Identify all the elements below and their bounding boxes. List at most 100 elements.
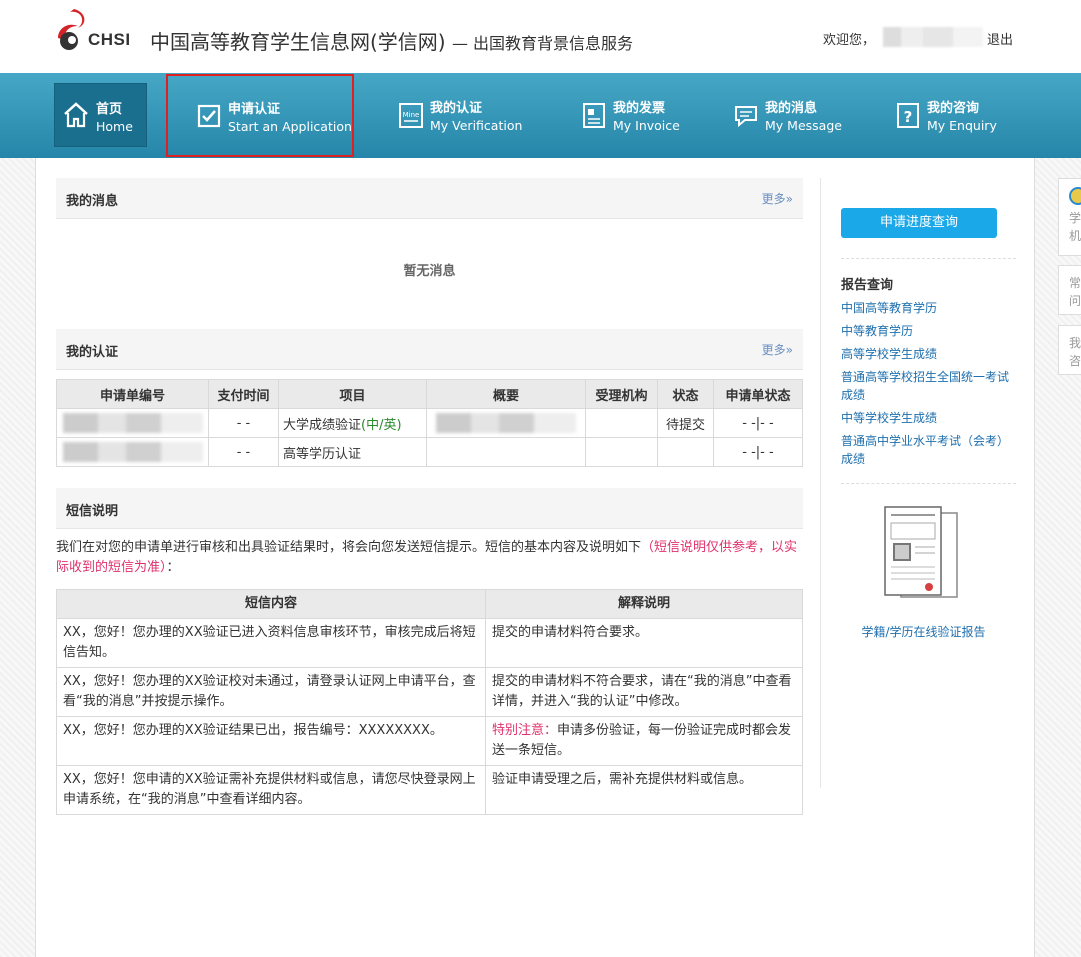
- avatar-icon: [1069, 187, 1081, 205]
- float-box-1-text: 学机: [1069, 211, 1081, 243]
- table-row: XX，您好！您办理的XX验证已进入资料信息审核环节，审核完成后将短信告知。 提交…: [56, 618, 803, 668]
- nav-home-label-en: Home: [96, 119, 133, 134]
- site-title: 中国高等教育学生信息网(学信网) — 出国教育背景信息服务: [150, 26, 633, 55]
- sms-note-text: 验证申请受理之后，需补充提供材料或信息。: [492, 772, 753, 787]
- table-row: XX，您好！您申请的XX验证需补充提供材料或信息，请您尽快登录网上申请系统，在“…: [56, 765, 803, 815]
- report-link-secondary-edu[interactable]: 中等教育学历: [841, 324, 913, 338]
- certs-section-header: 我的认证 更多»: [56, 329, 803, 370]
- order-status-cell: - -|- -: [713, 437, 803, 467]
- institution-cell: [585, 437, 658, 467]
- svg-text:Mine: Mine: [403, 111, 420, 119]
- report-document-icon[interactable]: [879, 505, 961, 603]
- nav-my-enquiry[interactable]: ? 我的咨询 My Enquiry: [895, 73, 1005, 158]
- verification-doc-icon: Mine: [399, 103, 423, 128]
- status-cell: 待提交: [657, 408, 714, 438]
- order-status-cell: - -|- -: [713, 408, 803, 438]
- table-row: XX，您好！您办理的XX验证校对未通过，请登录认证网上申请平台，查看“我的消息”…: [56, 667, 803, 717]
- nav-my-verification[interactable]: Mine 我的认证 My Verification: [398, 73, 538, 158]
- col-sms-content: 短信内容: [56, 589, 486, 619]
- item-cell: 高等学历认证: [278, 437, 427, 467]
- status-cell: [657, 437, 714, 467]
- col-institution: 受理机构: [585, 379, 658, 409]
- nav-invoice-label-cn: 我的发票: [613, 101, 666, 116]
- col-sms-note: 解释说明: [485, 589, 803, 619]
- divider: [841, 258, 1016, 259]
- col-order-no: 申请单编号: [56, 379, 209, 409]
- float-panel-box-1[interactable]: 学机: [1058, 178, 1081, 256]
- chat-bubble-icon: [735, 106, 757, 128]
- site-title-main: 中国高等教育学生信息网(学信网): [150, 30, 446, 54]
- nav-invoice-label-en: My Invoice: [613, 118, 680, 133]
- sms-note-cell: 验证申请受理之后，需补充提供材料或信息。: [485, 765, 803, 815]
- site-subtitle: — 出国教育背景信息服务: [451, 34, 634, 53]
- table-row[interactable]: - - 高等学历认证 - -|- -: [56, 437, 803, 467]
- table-header-row: 短信内容 解释说明: [56, 589, 803, 619]
- sms-content-cell: XX，您好！您办理的XX验证结果已出，报告编号：XXXXXXXX。: [56, 716, 486, 766]
- float-panel-box-2[interactable]: 常问: [1058, 265, 1081, 315]
- checkbox-icon: [197, 104, 221, 128]
- col-summary: 概要: [426, 379, 586, 409]
- sms-note-cell: 特别注意：申请多份验证，每一份验证完成时都会发送一条短信。: [485, 716, 803, 766]
- float-box-2-text: 常问: [1069, 276, 1081, 308]
- nav-message-label-en: My Message: [765, 118, 842, 133]
- welcome-text: 欢迎您，: [823, 33, 876, 48]
- order-no-redacted: [56, 408, 209, 438]
- item-name: 高等学历认证: [283, 446, 362, 462]
- item-name: 大学成绩验证: [283, 417, 362, 433]
- svg-text:?: ?: [904, 108, 913, 126]
- sms-note-text: 提交的申请材料不符合要求，请在“我的消息”中查看详情，并进入“我的认证”中修改。: [492, 674, 792, 709]
- online-verification-report-link[interactable]: 学籍/学历在线验证报告: [841, 623, 1006, 640]
- report-link-higher-edu[interactable]: 中国高等教育学历: [841, 301, 937, 315]
- table-row: XX，您好！您办理的XX验证结果已出，报告编号：XXXXXXXX。 特别注意：申…: [56, 716, 803, 766]
- report-query-title: 报告查询: [841, 278, 894, 293]
- question-icon: ?: [897, 103, 919, 128]
- nav-verification-label-cn: 我的认证: [430, 101, 483, 116]
- nav-apply-label-cn: 申请认证: [228, 102, 281, 117]
- main-nav: 首页 Home 申请认证 Start an Application Mine 我…: [0, 73, 1081, 158]
- nav-home[interactable]: 首页 Home: [54, 83, 147, 147]
- certs-more-link[interactable]: 更多»: [762, 341, 793, 358]
- invoice-icon: [583, 103, 605, 128]
- sms-intro-end: ：: [166, 560, 180, 575]
- col-pay-time: 支付时间: [208, 379, 279, 409]
- sms-note-prefix: 特别注意：: [492, 723, 558, 738]
- messages-title: 我的消息: [66, 194, 119, 209]
- report-link-college-grades[interactable]: 高等学校学生成绩: [841, 347, 937, 361]
- report-links-list: 中国高等教育学历 中等教育学历 高等学校学生成绩 普通高等学校招生全国统一考试成…: [841, 299, 1013, 473]
- institution-cell: [585, 408, 658, 438]
- report-link-huikao[interactable]: 普通高中学业水平考试（会考）成绩: [841, 434, 1009, 466]
- sms-note-cell: 提交的申请材料不符合要求，请在“我的消息”中查看详情，并进入“我的认证”中修改。: [485, 667, 803, 717]
- nav-message-label-cn: 我的消息: [765, 101, 818, 116]
- nav-start-application[interactable]: 申请认证 Start an Application: [166, 74, 354, 157]
- table-row[interactable]: - - 大学成绩验证(中/英) 待提交 - -|- -: [56, 408, 803, 438]
- nav-apply-label-en: Start an Application: [228, 119, 352, 134]
- summary-cell: [426, 437, 586, 467]
- col-status: 状态: [657, 379, 714, 409]
- nav-home-label-cn: 首页: [96, 102, 123, 117]
- main-content: 我的消息 更多» 暂无消息 我的认证 更多» 申请单编号 支付时间 项目 概要 …: [35, 158, 1035, 957]
- progress-query-button[interactable]: 申请进度查询: [841, 208, 997, 238]
- col-order-status: 申请单状态: [713, 379, 803, 409]
- home-icon: [64, 102, 88, 128]
- nav-verification-label-en: My Verification: [430, 118, 523, 133]
- logout-link[interactable]: 退出: [987, 29, 1013, 48]
- certifications-table: 申请单编号 支付时间 项目 概要 受理机构 状态 申请单状态 - - 大学成绩验…: [56, 379, 803, 467]
- sms-note-cell: 提交的申请材料符合要求。: [485, 618, 803, 668]
- report-link-gaokao[interactable]: 普通高等学校招生全国统一考试成绩: [841, 370, 1009, 402]
- nav-enquiry-label-cn: 我的咨询: [927, 101, 980, 116]
- sms-intro: 我们在对您的申请单进行审核和出具验证结果时，将会向您发送短信提示。短信的基本内容…: [56, 538, 804, 578]
- no-messages-text: 暂无消息: [403, 264, 456, 279]
- nav-my-message[interactable]: 我的消息 My Message: [733, 73, 853, 158]
- pay-time-cell: - -: [208, 408, 279, 438]
- messages-more-link[interactable]: 更多»: [762, 190, 793, 207]
- divider: [841, 483, 1016, 484]
- pay-time-cell: - -: [208, 437, 279, 467]
- sms-title: 短信说明: [66, 504, 119, 519]
- float-panel-box-3[interactable]: 我咨: [1058, 325, 1081, 375]
- nav-my-invoice[interactable]: 我的发票 My Invoice: [581, 73, 691, 158]
- table-header-row: 申请单编号 支付时间 项目 概要 受理机构 状态 申请单状态: [56, 379, 803, 409]
- sms-content-cell: XX，您好！您办理的XX验证已进入资料信息审核环节，审核完成后将短信告知。: [56, 618, 486, 668]
- report-link-secondary-grades[interactable]: 中等学校学生成绩: [841, 411, 937, 425]
- sms-section-header: 短信说明: [56, 488, 803, 529]
- col-item: 项目: [278, 379, 427, 409]
